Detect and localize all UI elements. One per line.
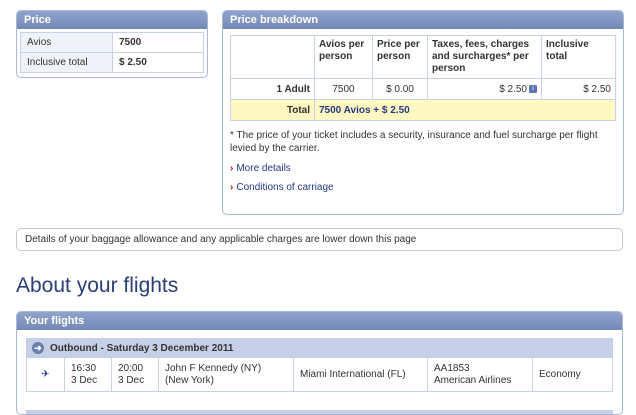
baggage-info-strip: Details of your baggage allowance and an… [16,228,623,251]
column-header: Taxes, fees, charges and surcharges* per… [427,35,542,79]
info-icon[interactable]: i [529,84,537,93]
outbound-label: Outbound - Saturday 3 December 2011 [50,342,234,354]
departure-time: 16:30 [71,362,97,374]
link-label[interactable]: Conditions of carriage [236,182,333,193]
your-flights-title: Your flights [17,312,622,330]
chevron-right-icon: › [230,163,234,174]
total-label: Total [230,99,315,121]
inclusive-total-cell: $ 2.50 [541,78,616,100]
table-row: 1 Adult 7500 $ 0.00 $ 2.50 i $ 2.50 [230,78,616,100]
table-header-row: Avios per person Price per person Taxes,… [230,35,616,79]
panel-footer-band [26,410,613,414]
cabin-class: Economy [539,368,581,380]
departure-time-cell: 16:30 3 Dec [65,358,112,391]
price-panel-title: Price [17,11,207,29]
arrival-time: 20:00 [118,362,144,374]
flight-row: ✈ 16:30 3 Dec 20:00 3 Dec John F Kennedy… [26,358,613,392]
arrival-date: 3 Dec [118,374,145,386]
price-row-total: Inclusive total $ 2.50 [20,52,204,73]
flight-number-cell: AA1853 American Airlines [428,358,533,391]
column-header: Inclusive total [541,35,616,79]
chevron-right-icon: › [230,182,234,193]
flight-number: AA1853 [434,362,470,374]
price-table: Avios 7500 Inclusive total $ 2.50 [20,32,204,73]
outbound-header: ➔ Outbound - Saturday 3 December 2011 [26,338,613,358]
link-label[interactable]: More details [236,163,290,174]
taxes-value: $ 2.50 [499,83,527,95]
price-label: Inclusive total [20,52,113,73]
airline-name: American Airlines [434,374,512,386]
total-row: Total 7500 Avios + $ 2.50 [230,99,616,121]
price-panel: Price Avios 7500 Inclusive total $ 2.50 [16,10,208,78]
price-row-avios: Avios 7500 [20,32,204,53]
your-flights-panel: Your flights ➔ Outbound - Saturday 3 Dec… [16,311,623,415]
price-label: Avios [20,32,113,53]
total-value: 7500 Avios + $ 2.50 [314,99,616,121]
price-breakdown-title: Price breakdown [223,11,623,29]
price-breakdown-panel: Price breakdown Avios per person Price p… [222,10,624,215]
price-value: 7500 [112,32,204,53]
price-cell: $ 0.00 [372,78,428,100]
price-breakdown-table: Avios per person Price per person Taxes,… [230,35,616,121]
passenger-label: 1 Adult [230,78,315,100]
arrival-time-cell: 20:00 3 Dec [112,358,159,391]
departure-date: 3 Dec [71,374,98,386]
origin-airport: John F Kennedy (NY) (New York) [159,358,294,391]
plane-icon: ✈ [27,358,65,391]
column-header: Avios per person [314,35,373,79]
arrow-right-circle-icon: ➔ [32,342,44,354]
blank-header [230,35,315,79]
conditions-of-carriage-link[interactable]: › Conditions of carriage [230,182,616,193]
price-value: $ 2.50 [112,52,204,73]
column-header: Price per person [372,35,428,79]
surcharge-note: * The price of your ticket includes a se… [230,130,598,154]
more-details-link[interactable]: › More details [230,163,616,174]
page-title: About your flights [16,274,179,297]
destination-airport: Miami International (FL) [294,358,428,391]
avios-cell: 7500 [314,78,373,100]
taxes-cell: $ 2.50 i [427,78,542,100]
